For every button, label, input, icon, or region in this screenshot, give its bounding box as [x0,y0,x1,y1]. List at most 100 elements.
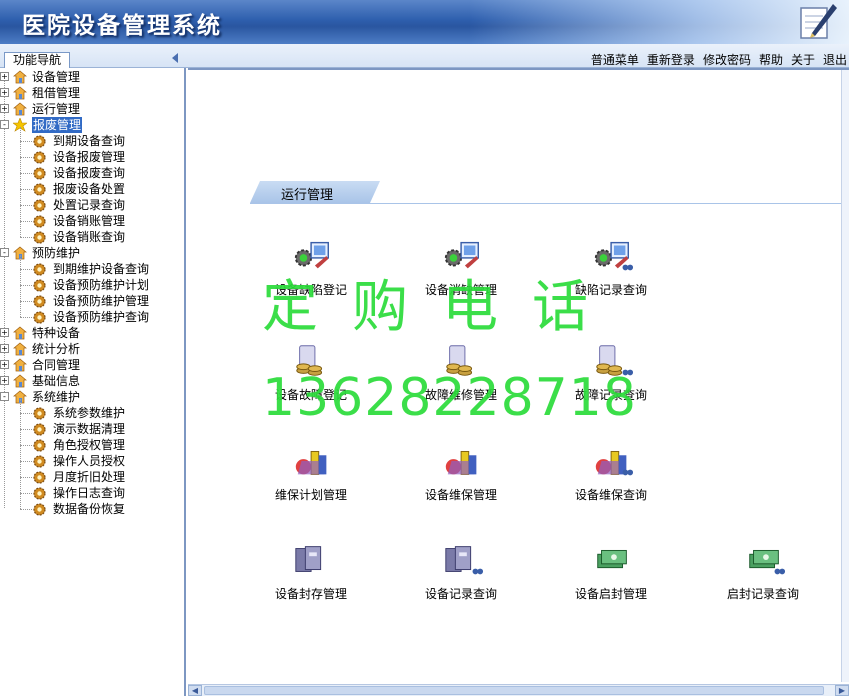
function-button[interactable]: 设备故障登记 [256,341,366,411]
gear-monitor-icon [444,241,479,269]
expand-icon[interactable]: + [0,360,9,369]
tree-connector [20,445,32,446]
tree-item[interactable]: 到期维护设备查询 [0,261,184,277]
function-button[interactable]: 设备维保管理 [406,441,516,511]
tree-item[interactable]: 系统参数维护 [0,405,184,421]
function-label: 设备缺陷登记 [274,283,347,297]
function-button[interactable]: 启封记录查询 [708,540,818,610]
tree-connector [20,509,32,510]
tree-folder-label: 系统维护 [32,390,81,404]
tree-item[interactable]: 设备销账查询 [0,229,184,245]
function-button[interactable]: 故障记录查询 [556,341,666,411]
tree-item-label: 到期设备查询 [53,134,126,148]
tree-connector [20,237,32,238]
coins-tablet-icon [296,345,323,376]
function-button[interactable]: 设备缺陷登记 [256,236,366,306]
tree-folder[interactable]: + 合同管理 [0,357,184,373]
expand-icon[interactable]: + [0,328,9,337]
tree-item-label: 设备报废管理 [53,150,126,164]
function-button[interactable]: 设备封存管理 [256,540,366,610]
tree-connector [20,189,32,190]
collapse-sidebar-icon[interactable] [172,53,178,63]
tree-folder[interactable]: + 基础信息 [0,373,184,389]
expand-icon[interactable]: + [0,344,9,353]
tree-connector [20,461,32,462]
expand-icon[interactable]: + [0,72,9,81]
link-help[interactable]: 帮助 [759,51,783,68]
function-label: 设备故障登记 [274,388,347,402]
function-button[interactable]: 设备记录查询 [406,540,516,610]
vertical-scrollbar[interactable] [841,70,849,682]
scroll-thumb[interactable] [204,686,824,695]
expand-icon[interactable]: + [0,88,9,97]
tree-item[interactable]: 演示数据清理 [0,421,184,437]
function-label: 故障维修管理 [424,388,497,402]
link-change-password[interactable]: 修改密码 [703,51,751,68]
function-button[interactable]: 缺陷记录查询 [556,236,666,306]
expand-icon[interactable]: + [0,104,9,113]
tree-folder[interactable]: - 预防维护 [0,245,184,261]
link-relogin[interactable]: 重新登录 [647,51,695,68]
tree-folder[interactable]: + 设备管理 [0,69,184,85]
main-panel: 运行管理 设备缺陷登记 设备消缺管理 缺陷记录查询 设备故障登记 故障维修管理 故障记录查… [188,68,849,696]
tree-item[interactable]: 报废设备处置 [0,181,184,197]
coins-tablet-icon [446,345,473,376]
scroll-right-button[interactable]: ▶ [835,685,849,696]
tree-folder[interactable]: + 特种设备 [0,325,184,341]
tree-item[interactable]: 设备报废管理 [0,149,184,165]
collapse-icon[interactable]: - [0,248,9,257]
function-button[interactable]: 故障维修管理 [406,341,516,411]
tree-item[interactable]: 角色授权管理 [0,437,184,453]
archive-search-icon [445,546,484,575]
tree-item-label: 报废设备处置 [53,182,126,196]
top-links: 普通菜单 重新登录 修改密码 帮助 关于 退出 [583,51,849,68]
tree-item[interactable]: 设备销账管理 [0,213,184,229]
tree-item-label: 设备预防维护计划 [53,278,150,292]
function-label: 设备封存管理 [274,587,347,601]
tree-folder[interactable]: - 报废管理 [0,117,184,133]
folder-house-icon [13,86,27,100]
tree-connector [20,413,32,414]
tree-item[interactable]: 月度折旧处理 [0,469,184,485]
tree-item[interactable]: 设备预防维护查询 [0,309,184,325]
scroll-left-button[interactable]: ◀ [188,685,202,696]
horizontal-scrollbar[interactable]: ◀ ▶ [188,684,849,696]
folder-house-icon [13,358,27,372]
function-label: 设备记录查询 [424,587,497,601]
gear-icon [33,135,46,148]
tree-item[interactable]: 操作日志查询 [0,485,184,501]
tree-folder-label: 合同管理 [32,358,81,372]
tree-folder-label: 预防维护 [32,246,81,260]
collapse-icon[interactable]: - [0,120,9,129]
tree-item[interactable]: 设备报废查询 [0,165,184,181]
function-label: 设备启封管理 [574,587,647,601]
tree-item[interactable]: 处置记录查询 [0,197,184,213]
tree-folder[interactable]: + 运行管理 [0,101,184,117]
function-button[interactable]: 维保计划管理 [256,441,366,511]
tree-connector [20,141,32,142]
tree-folder[interactable]: + 租借管理 [0,85,184,101]
tree-item[interactable]: 操作人员授权 [0,453,184,469]
tree-folder[interactable]: - 系统维护 [0,389,184,405]
expand-icon[interactable]: + [0,376,9,385]
link-exit[interactable]: 退出 [823,51,847,68]
gear-icon [33,183,46,196]
tree-item[interactable]: 到期设备查询 [0,133,184,149]
tree-item[interactable]: 设备预防维护管理 [0,293,184,309]
gear-icon [33,311,46,324]
function-button[interactable]: 设备启封管理 [556,540,666,610]
link-about[interactable]: 关于 [791,51,815,68]
tab-function-navigation[interactable]: 功能导航 [4,52,70,68]
link-normal-menu[interactable]: 普通菜单 [591,51,639,68]
tree-item[interactable]: 数据备份恢复 [0,501,184,517]
tree-folder[interactable]: + 统计分析 [0,341,184,357]
tree-branch-line [20,255,21,317]
collapse-icon[interactable]: - [0,392,9,401]
folder-house-icon [13,326,27,340]
function-button[interactable]: 设备维保查询 [556,441,666,511]
tree-item-label: 操作日志查询 [53,486,126,500]
function-button[interactable]: 设备消缺管理 [406,236,516,306]
gear-icon [33,167,46,180]
pen-notebook-icon [800,4,837,39]
tree-item[interactable]: 设备预防维护计划 [0,277,184,293]
